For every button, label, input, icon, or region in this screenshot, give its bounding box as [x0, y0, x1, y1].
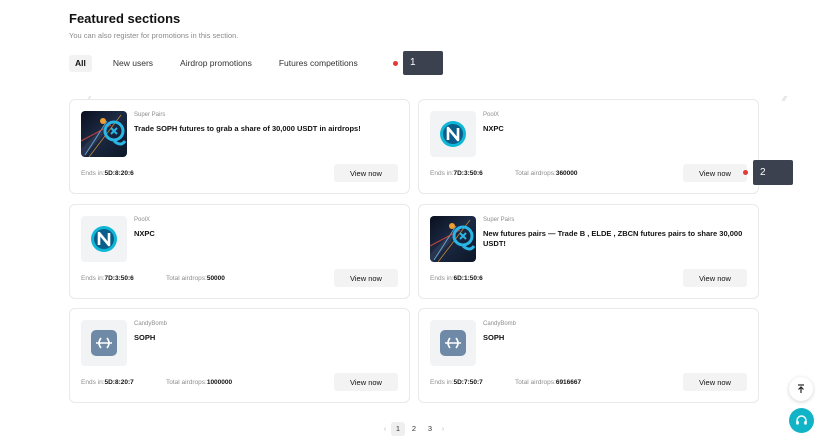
promo-card-nxpc-50000: PoolX NXPC Ends in:7D:3:50:6 Total airdr…: [69, 204, 410, 299]
card-ends-in: Ends in:5D:7:50:7: [430, 379, 483, 386]
card-total-airdrops: Total airdrops:6916667: [515, 379, 582, 386]
page-subtitle: You can also register for promotions in …: [69, 31, 239, 40]
card-total-airdrops: Total airdrops:360000: [515, 170, 578, 177]
card-total-airdrops: Total airdrops:50000: [166, 275, 225, 282]
card-category: CandyBomb: [134, 321, 168, 327]
promo-card-soph-1000000: CandyBomb SOPH Ends in:5D:8:20:7 Total a…: [69, 308, 410, 403]
promo-card-new-futures-pairs: Super Pairs New futures pairs — Trade B …: [418, 204, 759, 299]
card-category: CandyBomb: [483, 321, 517, 327]
soph-logo-icon: [81, 320, 127, 366]
marker-1-dot: [393, 61, 398, 66]
soph-logo-icon: [430, 320, 476, 366]
view-now-button[interactable]: View now: [683, 164, 747, 182]
customer-support-button[interactable]: [789, 408, 814, 433]
card-title: SOPH: [134, 333, 156, 342]
promo-card-soph-futures: Super Pairs Trade SOPH futures to grab a…: [69, 99, 410, 194]
card-title: NXPC: [483, 124, 504, 133]
tab-all[interactable]: All: [69, 55, 92, 72]
card-title: NXPC: [134, 229, 155, 238]
promo-card-nxpc-360000: PoolX NXPC Ends in:7D:3:50:6 Total airdr…: [418, 99, 759, 194]
page-3-button[interactable]: 3: [423, 422, 437, 436]
card-total-airdrops: Total airdrops:1000000: [166, 379, 233, 386]
tab-airdrop-promotions[interactable]: Airdrop promotions: [174, 55, 258, 72]
arrow-up-icon: [798, 384, 804, 393]
view-now-button[interactable]: View now: [334, 164, 398, 182]
card-category: Super Pairs: [483, 217, 515, 223]
next-page-button[interactable]: ›: [438, 426, 448, 433]
card-ends-in: Ends in:6D:1:50:6: [430, 275, 483, 282]
pagination: ‹ 1 2 3 ›: [380, 422, 448, 436]
card-category: PoolX: [134, 217, 151, 223]
card-title: SOPH: [483, 333, 505, 342]
nxpc-logo-icon: [81, 216, 127, 262]
marker-2-dot: [743, 170, 748, 175]
view-now-button[interactable]: View now: [683, 269, 747, 287]
page-title: Featured sections: [69, 11, 181, 26]
view-now-button[interactable]: View now: [683, 373, 747, 391]
card-ends-in: Ends in:7D:3:50:6: [430, 170, 483, 177]
prev-page-button[interactable]: ‹: [380, 426, 390, 433]
back-to-top-button[interactable]: [789, 377, 813, 401]
super-pairs-banner-icon: [430, 216, 476, 262]
marker-2-label: 2: [753, 160, 793, 185]
tab-new-users[interactable]: New users: [107, 55, 159, 72]
promo-card-soph-6916667: CandyBomb SOPH Ends in:5D:7:50:7 Total a…: [418, 308, 759, 403]
card-title: New futures pairs — Trade B , ELDE , ZBC…: [483, 229, 743, 248]
marker-1-label: 1: [403, 51, 443, 75]
headset-icon: [796, 415, 807, 425]
card-category: PoolX: [483, 112, 500, 118]
view-now-button[interactable]: View now: [334, 269, 398, 287]
card-ends-in: Ends in:5D:8:20:6: [81, 170, 134, 177]
view-now-button[interactable]: View now: [334, 373, 398, 391]
decoration-right: ⁄⁄⁄: [783, 96, 787, 103]
super-pairs-banner-icon: [81, 111, 127, 157]
tab-futures-competitions[interactable]: Futures competitions: [273, 55, 364, 72]
card-category: Super Pairs: [134, 112, 166, 118]
page-1-button[interactable]: 1: [391, 422, 405, 436]
card-ends-in: Ends in:5D:8:20:7: [81, 379, 134, 386]
page-2-button[interactable]: 2: [407, 422, 421, 436]
card-title: Trade SOPH futures to grab a share of 30…: [134, 124, 361, 133]
card-ends-in: Ends in:7D:3:50:6: [81, 275, 134, 282]
nxpc-logo-icon: [430, 111, 476, 157]
section-tabs: All New users Airdrop promotions Futures…: [69, 55, 364, 72]
